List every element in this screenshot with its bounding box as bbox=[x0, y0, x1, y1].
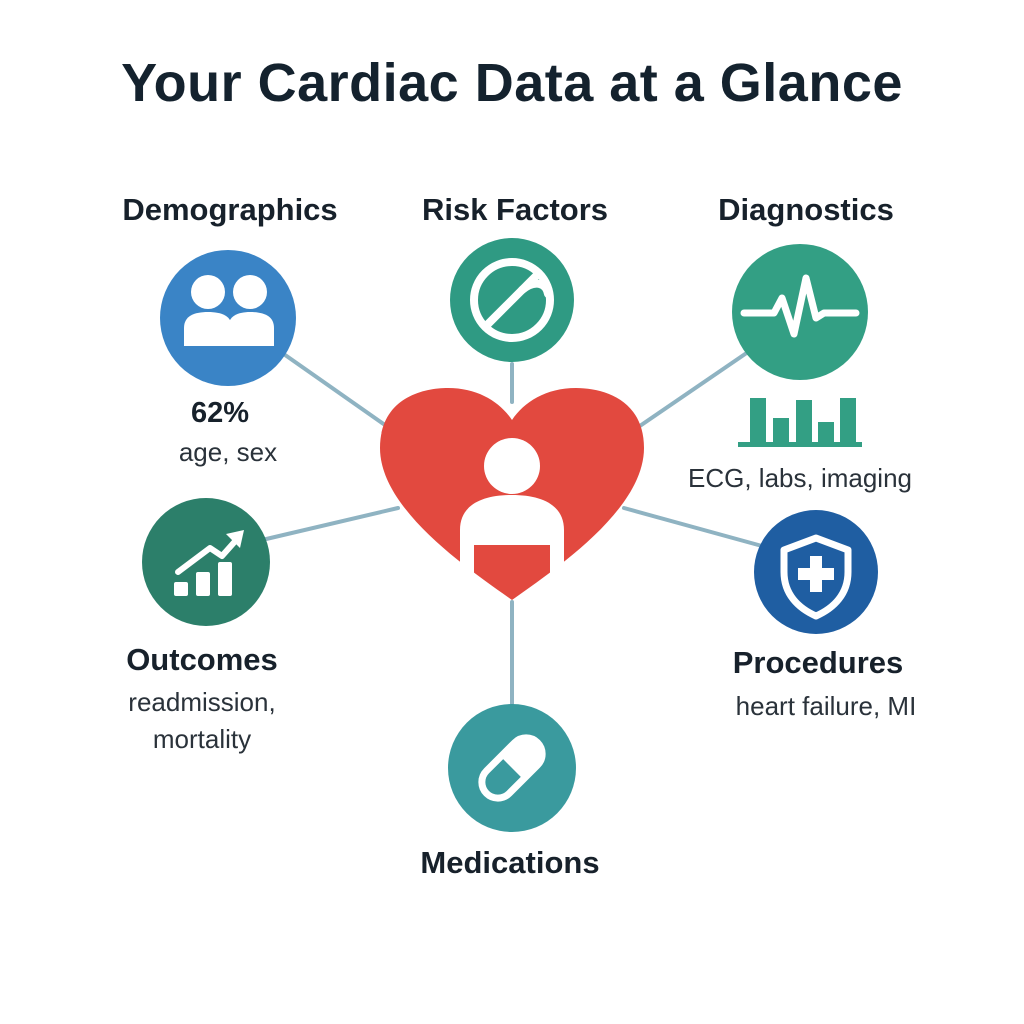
demographics-node bbox=[160, 250, 296, 386]
connector-procedures bbox=[622, 506, 764, 548]
connector-diagnostics bbox=[632, 350, 750, 432]
demographics-stat: 62% bbox=[190, 397, 250, 429]
outcomes-label: Outcomes bbox=[126, 642, 278, 677]
demographics-detail: age, sex bbox=[178, 437, 278, 467]
risk-factors-label: Risk Factors bbox=[421, 192, 609, 227]
risk-factors-node bbox=[450, 238, 574, 362]
outcomes-detail-line-2: mortality bbox=[152, 724, 252, 754]
outcomes-detail: readmission, mortality bbox=[128, 684, 275, 758]
center-heart bbox=[380, 388, 644, 600]
connector-demographics bbox=[276, 348, 397, 434]
connector-outcomes bbox=[260, 506, 400, 542]
bar-chart-icon bbox=[738, 398, 862, 447]
procedures-detail: heart failure, MI bbox=[735, 691, 917, 721]
procedures-node bbox=[754, 510, 878, 634]
medications-label: Medications bbox=[420, 845, 600, 880]
outcomes-detail-line-1: readmission, bbox=[128, 687, 276, 717]
diagnostics-label: Diagnostics bbox=[718, 192, 894, 227]
demographics-label: Demographics bbox=[122, 192, 338, 227]
procedures-label: Procedures bbox=[732, 645, 904, 680]
medications-node bbox=[448, 704, 576, 832]
diagnostics-detail: ECG, labs, imaging bbox=[688, 463, 912, 493]
diagnostics-node bbox=[732, 244, 868, 447]
outcomes-node bbox=[142, 498, 270, 626]
